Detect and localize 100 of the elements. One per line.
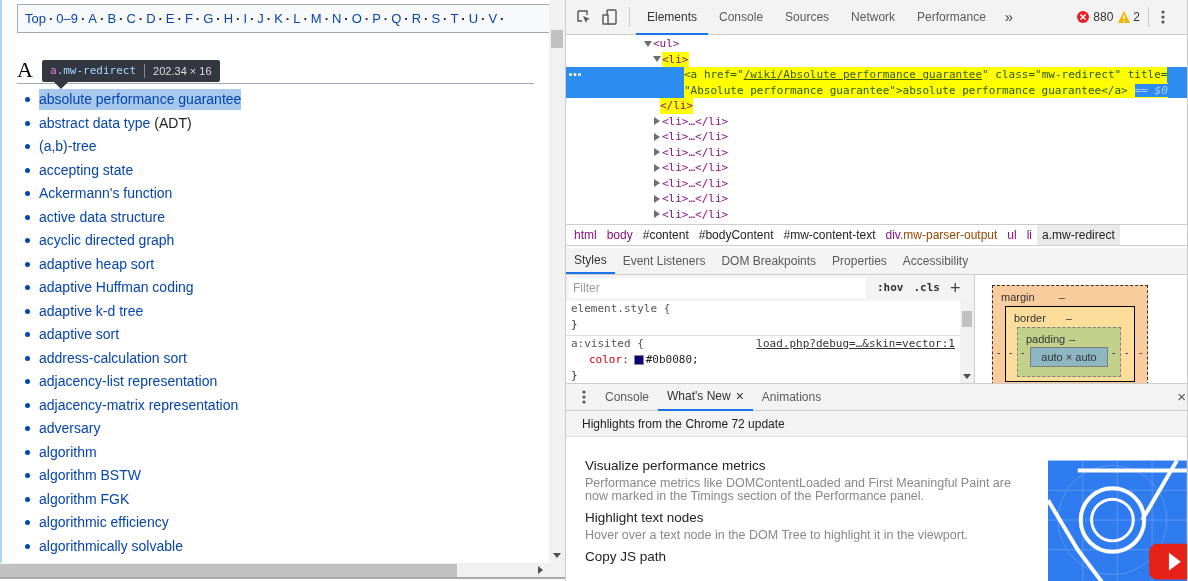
close-drawer-button[interactable]: ×	[1177, 385, 1186, 409]
index-link[interactable]: N	[331, 8, 342, 29]
sidebar-tab[interactable]: Event Listeners	[614, 248, 714, 274]
drawer-tab[interactable]: Animations	[752, 383, 831, 411]
sidebar-tab[interactable]: Accessibility	[894, 248, 977, 274]
index-link[interactable]: J	[257, 8, 264, 29]
entry-link[interactable]: address-calculation sort	[39, 347, 187, 369]
index-link[interactable]: V	[488, 8, 498, 29]
feature-title[interactable]: Visualize performance metrics	[585, 457, 766, 475]
breadcrumb[interactable]: li	[1021, 225, 1038, 245]
breadcrumb[interactable]: a.mw-redirect	[1037, 225, 1120, 245]
index-link[interactable]: Q	[391, 8, 402, 29]
entry-link[interactable]: adaptive k-d tree	[39, 300, 144, 322]
index-link[interactable]: A	[88, 8, 98, 29]
color-swatch[interactable]	[633, 355, 644, 365]
hover-state-button[interactable]: :hov	[877, 279, 904, 297]
index-link[interactable]: B	[107, 8, 117, 29]
tab-close-icon[interactable]: ×	[735, 385, 744, 407]
breadcrumb[interactable]: ul	[1002, 225, 1022, 245]
horizontal-scrollbar[interactable]	[0, 563, 565, 579]
sidebar-tab[interactable]: DOM Breakpoints	[713, 248, 825, 274]
entry-link[interactable]: adversary	[39, 418, 101, 440]
entry-link[interactable]: algorithm	[39, 441, 97, 463]
element-node[interactable]: <li>…</li>	[662, 113, 729, 129]
element-node[interactable]: <li>…</li>	[662, 175, 729, 191]
scrollbar-thumb[interactable]	[962, 311, 972, 327]
element-node[interactable]: <li>	[662, 51, 689, 67]
entry-link[interactable]: algorithmically solvable	[39, 535, 183, 557]
index-link[interactable]: L	[293, 8, 301, 29]
drawer-tab[interactable]: Console	[596, 383, 659, 411]
scrollbar-thumb[interactable]	[551, 30, 563, 48]
index-link[interactable]: C	[126, 8, 136, 29]
scroll-down-icon[interactable]	[963, 374, 971, 379]
breadcrumb[interactable]: #bodyContent	[693, 225, 779, 245]
index-link[interactable]: P	[372, 8, 381, 29]
entry-link[interactable]: acyclic directed graph	[39, 230, 175, 252]
panel-tab[interactable]: Console	[708, 0, 775, 35]
scroll-right-icon[interactable]	[538, 566, 543, 574]
vertical-scrollbar[interactable]	[549, 0, 565, 563]
filter-field[interactable]: Filter	[569, 278, 865, 298]
scroll-down-icon[interactable]	[553, 553, 561, 558]
element-node[interactable]: <li>…</li>	[662, 191, 729, 207]
entry-link[interactable]: adjacency-matrix representation	[39, 394, 239, 416]
index-link[interactable]: M	[310, 8, 322, 29]
index-link[interactable]: 0–9	[56, 8, 78, 29]
panel-tab[interactable]: Sources	[774, 0, 841, 35]
index-link[interactable]: F	[184, 8, 193, 29]
index-link[interactable]: T	[450, 8, 459, 29]
new-rule-button[interactable]: +	[950, 279, 961, 297]
index-link[interactable]: Top	[25, 8, 46, 29]
entry-link[interactable]: abstract data type	[39, 112, 151, 134]
breadcrumb[interactable]: html	[569, 225, 602, 245]
warning-count[interactable]: 2	[1133, 8, 1140, 26]
index-link[interactable]: G	[203, 8, 214, 29]
panel-tab[interactable]: Elements	[636, 0, 709, 35]
entry-link[interactable]: Ackermann's function	[39, 183, 173, 205]
more-tabs-button[interactable]: »	[1004, 5, 1014, 29]
index-link[interactable]: H	[223, 8, 234, 29]
element-node[interactable]: <li>…</li>	[662, 206, 729, 222]
entry-link[interactable]: adaptive Huffman coding	[39, 277, 194, 299]
sidebar-tab[interactable]: Properties	[824, 248, 895, 274]
entry-link[interactable]: adaptive heap sort	[39, 253, 155, 275]
element-node[interactable]: <ul>	[653, 36, 680, 52]
entry-link[interactable]: algorithmic efficiency	[39, 512, 169, 534]
class-toggle-button[interactable]: .cls	[913, 279, 940, 297]
dots-icon[interactable]	[569, 73, 581, 76]
element-node[interactable]: <li>…</li>	[662, 144, 729, 160]
entry-link[interactable]: (a,b)-tree	[39, 136, 97, 158]
panel-tab[interactable]: Performance	[906, 0, 997, 35]
entry-link[interactable]: active data structure	[39, 206, 166, 228]
breadcrumb[interactable]: #content	[637, 225, 694, 245]
element-node[interactable]: <li>…</li>	[662, 160, 729, 176]
inspect-element-icon[interactable]	[576, 9, 592, 25]
entry-link[interactable]: accepting state	[39, 159, 134, 181]
element-node[interactable]: <li>…</li>	[662, 129, 729, 145]
feature-title[interactable]: Copy JS path	[585, 548, 667, 566]
entry-link[interactable]: adaptive sort	[39, 324, 120, 346]
entry-link[interactable]: absolute performance guarantee	[39, 89, 242, 111]
breadcrumb[interactable]: #mw-content-text	[778, 225, 881, 245]
device-toolbar-icon[interactable]	[602, 9, 617, 25]
drawer-menu-icon[interactable]	[582, 390, 586, 404]
more-options-icon[interactable]	[1161, 10, 1165, 24]
index-link[interactable]: S	[431, 8, 441, 29]
breadcrumb[interactable]: div.mw-parser-output	[880, 225, 1003, 245]
scrollbar-thumb[interactable]	[0, 563, 457, 577]
index-link[interactable]: D	[146, 8, 156, 29]
index-link[interactable]: I	[243, 8, 247, 29]
panel-tab[interactable]: Network	[840, 0, 907, 35]
error-count[interactable]: 880	[1093, 8, 1114, 26]
index-link[interactable]: U	[468, 8, 479, 29]
index-link[interactable]: E	[165, 8, 175, 29]
entry-link[interactable]: algorithm FGK	[39, 488, 130, 510]
index-link[interactable]: R	[411, 8, 422, 29]
entry-link[interactable]: algorithm BSTW	[39, 465, 141, 487]
feature-title[interactable]: Highlight text nodes	[585, 509, 704, 527]
entry-link[interactable]: adjacency-list representation	[39, 371, 218, 393]
index-link[interactable]: O	[351, 8, 362, 29]
breadcrumb[interactable]: body	[601, 225, 638, 245]
source-link[interactable]: load.php?debug=…&skin=vector:1	[756, 336, 955, 352]
index-link[interactable]: K	[274, 8, 283, 29]
